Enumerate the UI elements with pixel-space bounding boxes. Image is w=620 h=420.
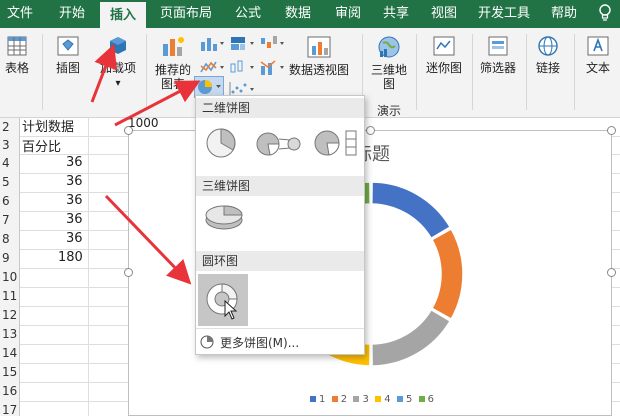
arrow-to-pie-button: [114, 80, 201, 127]
annotation-arrows: [90, 43, 201, 285]
arrow-to-doughnut: [104, 194, 192, 285]
arrow-to-addins: [90, 43, 117, 103]
